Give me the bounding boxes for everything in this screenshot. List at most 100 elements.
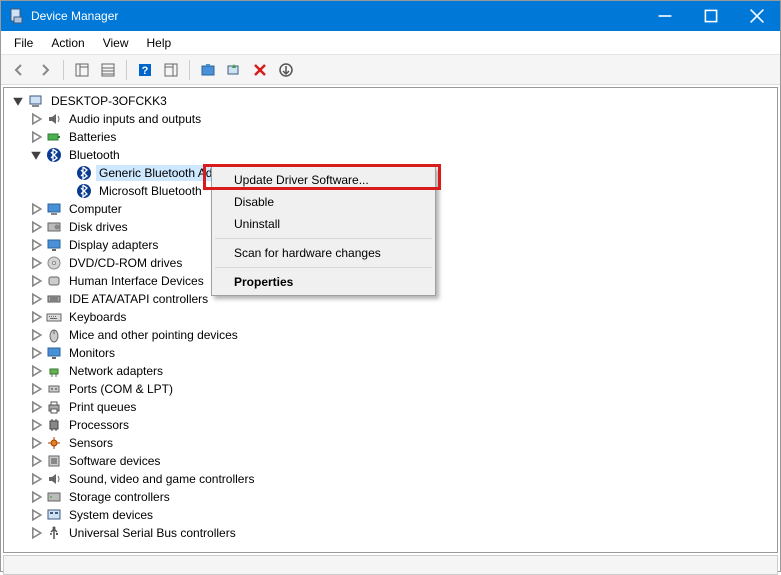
battery-icon: [46, 129, 62, 145]
add-legacy-button[interactable]: [274, 58, 298, 82]
expander-closed[interactable]: [28, 201, 44, 217]
tree-node[interactable]: System devices: [6, 506, 775, 524]
tree-node[interactable]: Bluetooth: [6, 146, 775, 164]
expander-open[interactable]: [28, 147, 44, 163]
tree-node[interactable]: Print queues: [6, 398, 775, 416]
tree-label: Monitors: [66, 345, 118, 361]
toolbar-separator: [126, 60, 127, 80]
computer-icon: [46, 201, 62, 217]
tree-label: Display adapters: [66, 237, 161, 253]
ctx-separator: [215, 267, 432, 268]
tree-root[interactable]: DESKTOP-3OFCKK3: [6, 92, 775, 110]
tree-label: Mice and other pointing devices: [66, 327, 241, 343]
port-icon: [46, 381, 62, 397]
expander-closed[interactable]: [28, 417, 44, 433]
storage-icon: [46, 489, 62, 505]
tree-node[interactable]: Mice and other pointing devices: [6, 326, 775, 344]
tree-node[interactable]: Ports (COM & LPT): [6, 380, 775, 398]
expander-closed[interactable]: [28, 435, 44, 451]
tree-label: Microsoft Bluetooth: [96, 183, 205, 199]
titlebar: Device Manager: [1, 1, 780, 31]
expander-closed[interactable]: [28, 219, 44, 235]
expander-closed[interactable]: [28, 453, 44, 469]
ctx-separator: [215, 238, 432, 239]
forward-button[interactable]: [33, 58, 57, 82]
expander-closed[interactable]: [28, 345, 44, 361]
menu-file[interactable]: File: [5, 33, 42, 53]
expander-closed[interactable]: [28, 525, 44, 541]
context-menu: Update Driver Software... Disable Uninst…: [211, 166, 436, 296]
tree-node[interactable]: Audio inputs and outputs: [6, 110, 775, 128]
minimize-button[interactable]: [642, 1, 688, 31]
uninstall-button[interactable]: [248, 58, 272, 82]
menu-help[interactable]: Help: [138, 33, 181, 53]
tree-label: Network adapters: [66, 363, 166, 379]
tree-label: IDE ATA/ATAPI controllers: [66, 291, 211, 307]
tree-label: Audio inputs and outputs: [66, 111, 204, 127]
tree-node[interactable]: Processors: [6, 416, 775, 434]
tree-label: Software devices: [66, 453, 163, 469]
expander-closed[interactable]: [28, 489, 44, 505]
show-hide-tree-button[interactable]: [70, 58, 94, 82]
tree-label: Storage controllers: [66, 489, 173, 505]
menu-view[interactable]: View: [94, 33, 138, 53]
scan-hardware-button[interactable]: [222, 58, 246, 82]
tree-label: DESKTOP-3OFCKK3: [48, 93, 170, 109]
show-hide-action-button[interactable]: [159, 58, 183, 82]
window-controls: [642, 1, 780, 31]
back-button[interactable]: [7, 58, 31, 82]
expander-closed[interactable]: [28, 237, 44, 253]
expander-closed[interactable]: [28, 273, 44, 289]
tree-node[interactable]: Monitors: [6, 344, 775, 362]
ide-icon: [46, 291, 62, 307]
tree-label: Sound, video and game controllers: [66, 471, 257, 487]
tree-node[interactable]: Network adapters: [6, 362, 775, 380]
tree-label: Processors: [66, 417, 132, 433]
tree-label: Ports (COM & LPT): [66, 381, 176, 397]
expander-open[interactable]: [10, 93, 26, 109]
expander-closed[interactable]: [28, 309, 44, 325]
toolbar-separator: [63, 60, 64, 80]
expander-closed[interactable]: [28, 255, 44, 271]
device-tree[interactable]: DESKTOP-3OFCKK3Audio inputs and outputsB…: [3, 87, 778, 553]
expander-closed[interactable]: [28, 507, 44, 523]
tree-label: Bluetooth: [66, 147, 123, 163]
expander-closed[interactable]: [28, 399, 44, 415]
tree-node[interactable]: Software devices: [6, 452, 775, 470]
expander-closed[interactable]: [28, 327, 44, 343]
tree-node[interactable]: Universal Serial Bus controllers: [6, 524, 775, 542]
properties-button[interactable]: [96, 58, 120, 82]
ctx-disable[interactable]: Disable: [214, 191, 433, 213]
expander-closed[interactable]: [28, 381, 44, 397]
ctx-scan-hardware[interactable]: Scan for hardware changes: [214, 242, 433, 264]
tree-node[interactable]: Storage controllers: [6, 488, 775, 506]
toolbar: ?: [1, 55, 780, 85]
tree-label: Human Interface Devices: [66, 273, 207, 289]
tree-node[interactable]: Sound, video and game controllers: [6, 470, 775, 488]
svg-text:?: ?: [142, 65, 149, 77]
tree-label: Sensors: [66, 435, 116, 451]
expander-closed[interactable]: [28, 471, 44, 487]
maximize-button[interactable]: [688, 1, 734, 31]
menu-action[interactable]: Action: [42, 33, 93, 53]
bluetooth-icon: [76, 183, 92, 199]
mouse-icon: [46, 327, 62, 343]
network-icon: [46, 363, 62, 379]
tree-node[interactable]: Sensors: [6, 434, 775, 452]
ctx-uninstall[interactable]: Uninstall: [214, 213, 433, 235]
update-driver-button[interactable]: [196, 58, 220, 82]
ctx-properties[interactable]: Properties: [214, 271, 433, 293]
tree-node[interactable]: Batteries: [6, 128, 775, 146]
expander-closed[interactable]: [28, 363, 44, 379]
close-button[interactable]: [734, 1, 780, 31]
expander-closed[interactable]: [28, 291, 44, 307]
sound-icon: [46, 471, 62, 487]
expander-closed[interactable]: [28, 129, 44, 145]
expander-closed[interactable]: [28, 111, 44, 127]
help-toolbar-button[interactable]: ?: [133, 58, 157, 82]
window-title: Device Manager: [31, 9, 642, 23]
ctx-update-driver[interactable]: Update Driver Software...: [214, 169, 433, 191]
printer-icon: [46, 399, 62, 415]
display-icon: [46, 237, 62, 253]
tree-node[interactable]: Keyboards: [6, 308, 775, 326]
